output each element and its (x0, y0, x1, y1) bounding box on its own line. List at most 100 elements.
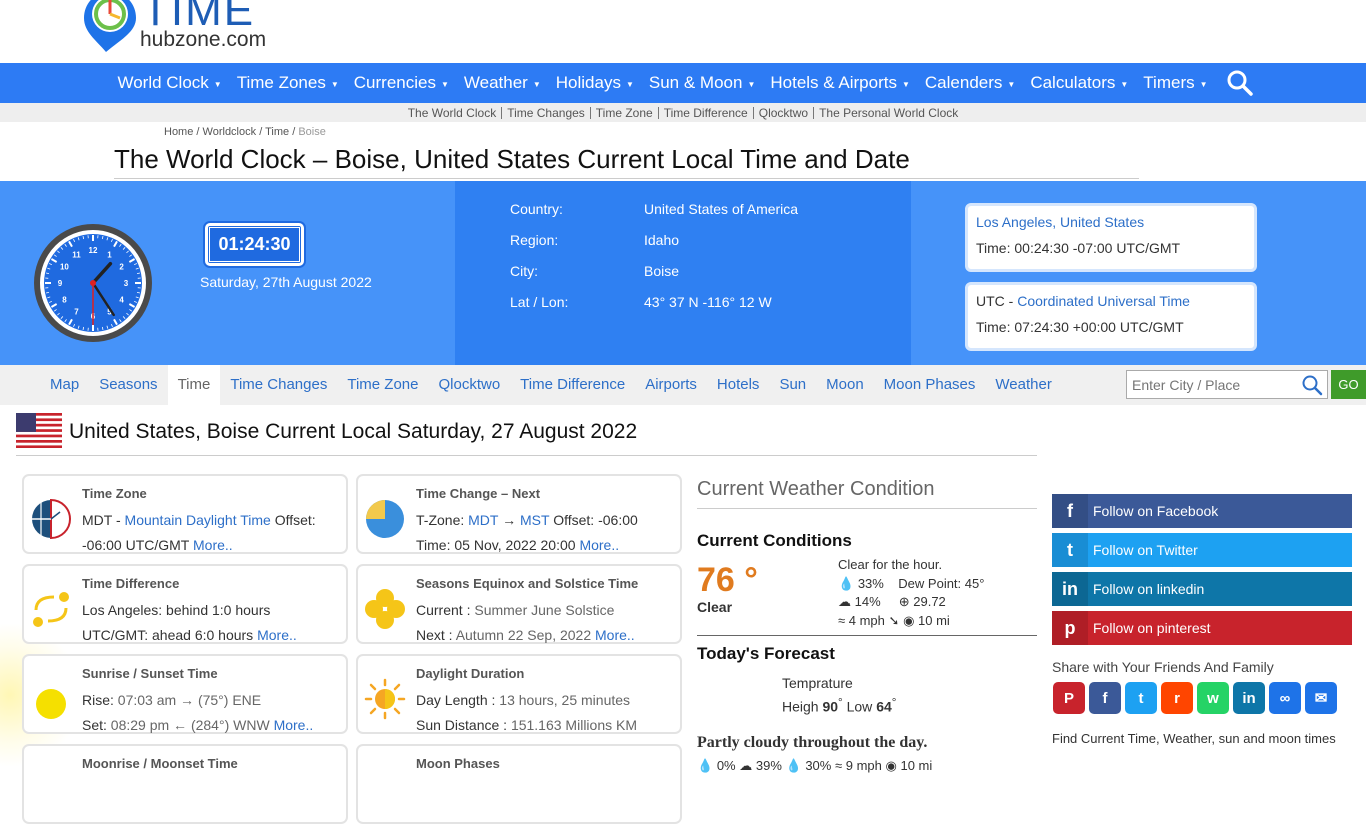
find-text: Find Current Time, Weather, sun and moon… (1052, 732, 1342, 746)
clock-numeral: 12 (89, 246, 98, 255)
site-header: TIME hubzone.com (0, 0, 1366, 63)
set-label: Set: (82, 717, 111, 733)
subnav-time-difference[interactable]: Time Difference (659, 107, 754, 119)
divider (16, 455, 1037, 456)
nav-world-clock[interactable]: World Clock▼ (112, 73, 231, 93)
breadcrumb-worldclock[interactable]: Worldclock (203, 126, 257, 138)
follow-pinterest-button[interactable]: p Follow on pinterest (1052, 611, 1352, 645)
card-title: Time Difference (82, 576, 179, 591)
more-link[interactable]: More.. (595, 627, 635, 643)
exchange-arrows-icon (30, 588, 72, 630)
tab-seasons[interactable]: Seasons (89, 365, 167, 405)
tz-offset: -06:00 UTC/GMT (82, 537, 189, 553)
subnav-qlocktwo[interactable]: Qlocktwo (754, 107, 814, 119)
subnav-personal-world-clock[interactable]: The Personal World Clock (814, 107, 963, 119)
breadcrumb-time[interactable]: Time (265, 126, 289, 138)
breadcrumb-home[interactable]: Home (164, 126, 193, 138)
clock-numeral: 4 (119, 296, 124, 305)
share-whatsapp-icon[interactable]: w (1197, 682, 1229, 714)
tc-from-link[interactable]: MDT (468, 512, 498, 528)
arrow-right-icon: → (498, 512, 520, 528)
linkedin-icon: in (1052, 572, 1088, 606)
nav-weather[interactable]: Weather▼ (459, 73, 551, 93)
subnav-time-changes[interactable]: Time Changes (502, 107, 591, 119)
country-label: Country: (510, 201, 644, 232)
tz-name-link[interactable]: Mountain Daylight Time (125, 512, 271, 528)
forecast-text: Partly cloudy throughout the day. (697, 734, 927, 752)
tab-map[interactable]: Map (40, 365, 89, 405)
dew-point: Dew Point: 45° (898, 576, 984, 591)
share-linkedin-icon[interactable]: in (1233, 682, 1265, 714)
more-link[interactable]: More.. (257, 627, 297, 643)
compare-city-link[interactable]: Los Angeles, United States (976, 214, 1144, 230)
nav-time-zones[interactable]: Time Zones▼ (232, 73, 349, 93)
tab-time[interactable]: Time (168, 365, 221, 405)
nav-label: Calenders (925, 73, 1003, 93)
tab-airports[interactable]: Airports (635, 365, 707, 405)
follow-facebook-button[interactable]: f Follow on Facebook (1052, 494, 1352, 528)
weather-summary: Clear for the hour. (838, 556, 984, 575)
clock-numeral: 7 (74, 308, 79, 317)
clock-numeral: 11 (72, 250, 81, 259)
season-current: Summer June Solstice (474, 602, 614, 618)
td-line2: UTC/GMT: ahead 6:0 hours (82, 627, 253, 643)
humidity-icon: 💧 (697, 758, 713, 773)
tc-label: T-Zone: (416, 512, 468, 528)
city-search (1126, 370, 1328, 399)
subnav-time-zone[interactable]: Time Zone (591, 107, 659, 119)
tab-time-difference[interactable]: Time Difference (510, 365, 635, 405)
tab-time-changes[interactable]: Time Changes (220, 365, 337, 405)
logo-subtitle[interactable]: hubzone.com (140, 28, 266, 52)
region-value: Idaho (644, 232, 679, 263)
tab-moon[interactable]: Moon (816, 365, 874, 405)
tc-to-link[interactable]: MST (520, 512, 549, 528)
latlon-value: 43° 37 N -116° 12 W (644, 294, 772, 325)
forecast-details: 💧 0% ☁ 39% 💧 30% ≈ 9 mph ◉ 10 mi (697, 758, 932, 774)
nav-hotels-airports[interactable]: Hotels & Airports▼ (765, 73, 920, 93)
tab-moon-phases[interactable]: Moon Phases (874, 365, 986, 405)
go-button[interactable]: GO (1331, 370, 1366, 399)
tab-sun[interactable]: Sun (769, 365, 816, 405)
more-link[interactable]: More.. (274, 717, 314, 733)
nav-currencies[interactable]: Currencies▼ (349, 73, 459, 93)
share-reddit-icon[interactable]: r (1161, 682, 1193, 714)
clock-numeral: 2 (119, 263, 124, 272)
card-title: Moon Phases (416, 756, 500, 771)
tab-time-zone[interactable]: Time Zone (337, 365, 428, 405)
city-search-input[interactable] (1127, 371, 1287, 398)
clover-icon (364, 588, 406, 630)
subnav-world-clock[interactable]: The World Clock (403, 107, 502, 119)
share-email-icon[interactable]: ✉ (1305, 682, 1337, 714)
cloud-value: 14% (855, 594, 881, 609)
share-facebook-icon[interactable]: f (1089, 682, 1121, 714)
compare-city-link[interactable]: Coordinated Universal Time (1017, 293, 1190, 309)
tc-offset: -06:00 (598, 512, 638, 528)
breadcrumb-separator: / (292, 126, 295, 138)
tab-hotels[interactable]: Hotels (707, 365, 770, 405)
nav-timers[interactable]: Timers▼ (1138, 73, 1217, 93)
divider (697, 635, 1037, 636)
tz-offset-label: Offset: (271, 512, 316, 528)
clock-panel: 123456789101112 01:24:30 Saturday, 27th … (0, 181, 1366, 365)
more-link[interactable]: More.. (579, 537, 619, 553)
nav-sun-moon[interactable]: Sun & Moon▼ (644, 73, 765, 93)
nav-calculators[interactable]: Calculators▼ (1025, 73, 1138, 93)
follow-linkedin-button[interactable]: in Follow on linkedin (1052, 572, 1352, 606)
sun-distance-label: Sun Distance : (416, 717, 511, 733)
us-flag-icon (16, 413, 62, 448)
tab-weather[interactable]: Weather (985, 365, 1061, 405)
follow-twitter-button[interactable]: t Follow on Twitter (1052, 533, 1352, 567)
location-info: Country:United States of America Region:… (510, 201, 798, 325)
degree-sign: ° (892, 696, 897, 709)
search-icon[interactable] (1301, 374, 1323, 396)
share-copy-link-icon[interactable]: ∞ (1269, 682, 1301, 714)
logo-pin-icon[interactable] (82, 0, 138, 54)
nav-label: Currencies (354, 73, 436, 93)
share-twitter-icon[interactable]: t (1125, 682, 1157, 714)
nav-holidays[interactable]: Holidays▼ (551, 73, 644, 93)
more-link[interactable]: More.. (193, 537, 233, 553)
share-pinterest-icon[interactable]: P (1053, 682, 1085, 714)
tab-qlocktwo[interactable]: Qlocktwo (428, 365, 510, 405)
search-icon[interactable] (1226, 69, 1254, 97)
nav-calenders[interactable]: Calenders▼ (920, 73, 1025, 93)
